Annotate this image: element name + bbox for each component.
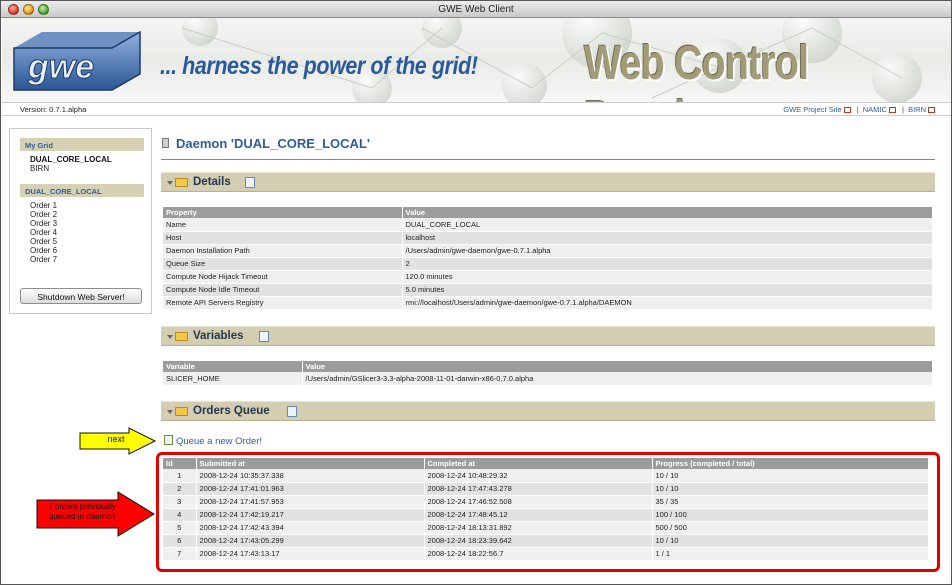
gwe-project-site-link[interactable]: GWE Project Site <box>783 105 841 114</box>
page-title: Daemon 'DUAL_CORE_LOCAL' <box>176 136 370 151</box>
details-row: Host localhost <box>163 231 933 245</box>
table-cell: Compute Node Hijack Timeout <box>163 270 403 284</box>
table-cell: localhost <box>402 231 933 245</box>
document-icon[interactable] <box>245 177 255 188</box>
namic-link[interactable]: NAMIC <box>863 105 887 114</box>
title-bar: GWE Web Client <box>1 1 951 18</box>
orders-queue-heading: Orders Queue <box>193 405 270 417</box>
sidebar-daemon-header[interactable]: DUAL_CORE_LOCAL <box>20 184 144 197</box>
sidebar-item-order-7[interactable]: Order 7 <box>30 255 57 264</box>
link-separator: | <box>902 105 904 114</box>
collapse-triangle-icon[interactable] <box>167 181 173 185</box>
sidebar-item-order-5[interactable]: Order 5 <box>30 237 57 246</box>
table-cell: Queue Size <box>163 257 403 271</box>
external-link-icon <box>888 107 896 113</box>
sidebar-item-dual-core-local[interactable]: DUAL_CORE_LOCAL <box>30 155 112 164</box>
sidebar-item-order-2[interactable]: Order 2 <box>30 210 57 219</box>
details-row: Queue Size 2 <box>163 257 933 271</box>
shutdown-web-server-button[interactable]: Shutdown Web Server! <box>20 288 142 304</box>
details-row: Name DUAL_CORE_LOCAL <box>163 218 933 232</box>
external-links: GWE Project Site | NAMIC | BIRN <box>783 105 937 114</box>
queue-new-order-label[interactable]: Queue a new Order! <box>176 436 262 447</box>
column-header-property: Property <box>163 207 403 218</box>
column-header-variable: Variable <box>163 361 303 372</box>
table-cell: Host <box>163 231 403 245</box>
folder-open-icon <box>175 407 188 416</box>
table-cell: rmi://localhost/Users/admin/gwe-daemon/g… <box>402 296 933 310</box>
tagline: ... harness the power of the grid! <box>160 52 478 80</box>
details-heading: Details <box>193 176 231 188</box>
collapse-triangle-icon[interactable] <box>167 410 173 414</box>
details-table: Property Value Name DUAL_CORE_LOCAL Host lo… <box>163 207 933 310</box>
logo-text: gwe <box>27 48 94 86</box>
column-header-value: Value <box>402 207 933 218</box>
title-divider <box>161 159 935 160</box>
table-cell: DUAL_CORE_LOCAL <box>402 218 933 232</box>
table-cell: SLICER_HOME <box>163 372 303 386</box>
version-label: Version: 0.7.1.alpha <box>20 105 87 114</box>
variables-section-header[interactable]: Variables <box>161 326 935 346</box>
sidebar-my-grid-header[interactable]: My Grid <box>20 138 144 151</box>
document-icon[interactable] <box>287 406 297 417</box>
sidebar-item-order-3[interactable]: Order 3 <box>30 219 57 228</box>
table-cell: 120.0 minutes <box>402 270 933 284</box>
table-cell: Daemon Installation Path <box>163 244 403 258</box>
birn-link[interactable]: BIRN <box>908 105 926 114</box>
orders-highlight-box <box>156 452 940 572</box>
sidebar-item-order-6[interactable]: Order 6 <box>30 246 57 255</box>
table-header-row: Variable Value <box>163 361 933 372</box>
table-cell: Name <box>163 218 403 232</box>
gwe-logo: gwe <box>13 30 141 91</box>
window-title: GWE Web Client <box>438 4 514 15</box>
info-bar: Version: 0.7.1.alpha GWE Project Site | … <box>2 102 951 116</box>
details-section-header[interactable]: Details <box>161 172 935 192</box>
table-cell: 2 <box>402 257 933 271</box>
header-banner: gwe ... harness the power of the grid! W… <box>2 18 951 102</box>
orders-queue-section-header[interactable]: Orders Queue <box>161 401 935 421</box>
external-link-icon <box>843 107 851 113</box>
table-cell: Compute Node Idle Timeout <box>163 283 403 297</box>
details-row: Compute Node Hijack Timeout 120.0 minutes <box>163 270 933 284</box>
next-callout-label: next <box>107 434 125 444</box>
new-order-icon <box>164 435 173 445</box>
table-cell: /Users/admin/GSlicer3-3.3-alpha-2008-11-… <box>302 372 933 386</box>
details-row: Compute Node Idle Timeout 5.0 minutes <box>163 283 933 297</box>
folder-open-icon <box>175 332 188 341</box>
daemon-icon <box>162 138 169 148</box>
column-header-value: Value <box>302 361 933 372</box>
link-separator: | <box>856 105 859 114</box>
document-icon[interactable] <box>259 331 269 342</box>
table-cell: /Users/admin/gwe-daemon/gwe-0.7.1.alpha <box>402 244 933 258</box>
sidebar: My Grid DUAL_CORE_LOCAL BIRN DUAL_CORE_L… <box>9 128 152 314</box>
queue-new-order-link[interactable]: Queue a new Order! <box>164 434 262 447</box>
collapse-triangle-icon[interactable] <box>167 335 173 339</box>
variables-table: Variable Value SLICER_HOME/Users/admin/G… <box>163 361 933 386</box>
sidebar-item-order-4[interactable]: Order 4 <box>30 228 57 237</box>
sidebar-item-order-1[interactable]: Order 1 <box>30 201 57 210</box>
table-header-row: Property Value <box>163 207 933 218</box>
details-row: Remote API Servers Registry rmi://localho… <box>163 296 933 310</box>
variables-heading: Variables <box>193 330 244 342</box>
details-row: Daemon Installation Path/Users/admin/gwe… <box>163 244 933 258</box>
web-control-panel-heading: Web Control Panel <box>584 37 809 102</box>
folder-open-icon <box>175 178 188 187</box>
table-cell: 5.0 minutes <box>402 283 933 297</box>
table-cell: Remote API Servers Registry <box>163 296 403 310</box>
orders-callout-label: 7 orders previously queued in daemon <box>48 502 116 521</box>
variable-row: SLICER_HOME/Users/admin/GSlicer3-3.3-alp… <box>163 372 933 386</box>
external-link-icon <box>928 107 935 113</box>
sidebar-item-birn[interactable]: BIRN <box>30 164 49 173</box>
browser-window: GWE Web Client gwe ... harness the power… <box>0 0 952 585</box>
